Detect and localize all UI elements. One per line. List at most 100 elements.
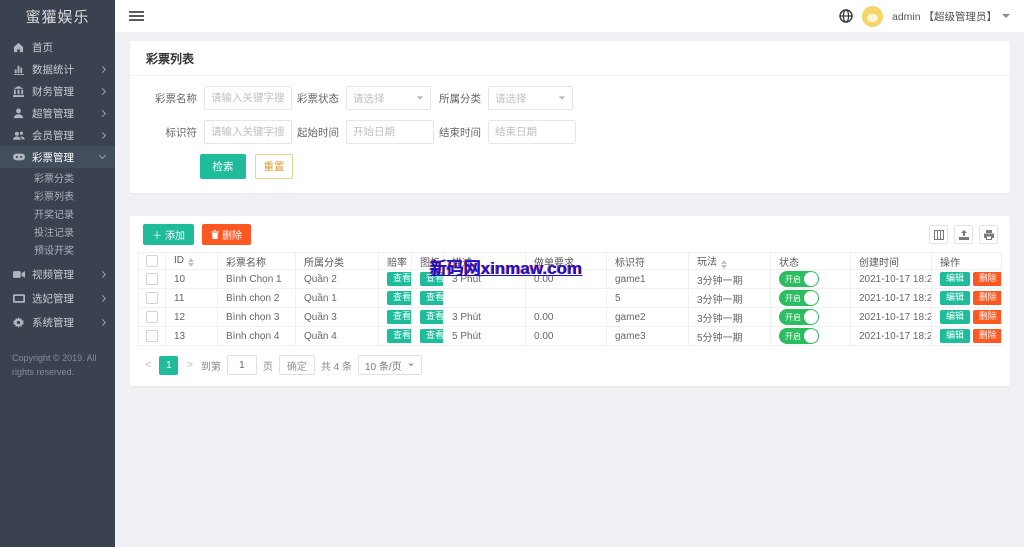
lottery-name-input[interactable] bbox=[204, 86, 292, 110]
row-checkbox[interactable] bbox=[146, 311, 158, 323]
goto-page-input[interactable] bbox=[227, 355, 257, 375]
sidebar-subitem-preset-draw[interactable]: 预设开奖 bbox=[0, 240, 115, 258]
sort-icon[interactable] bbox=[188, 258, 194, 267]
hamburger-menu-icon[interactable] bbox=[129, 9, 144, 23]
cell-identifier: game1 bbox=[607, 270, 689, 289]
sidebar-item-video[interactable]: 视频管理 bbox=[0, 263, 115, 285]
col-id[interactable]: ID bbox=[166, 253, 218, 270]
sidebar-item-label: 系统管理 bbox=[32, 315, 100, 330]
sidebar-item-selection[interactable]: 选妃管理 bbox=[0, 287, 115, 309]
cell-name: Bình chọn 4 bbox=[218, 327, 296, 346]
prev-page-button[interactable]: < bbox=[143, 359, 153, 371]
delete-button[interactable]: 删除 bbox=[202, 224, 251, 245]
row-delete-button[interactable]: 删除 bbox=[973, 291, 1002, 305]
film-icon bbox=[12, 293, 25, 304]
sidebar-subitem-lottery-category[interactable]: 彩票分类 bbox=[0, 168, 115, 186]
view-odds-button[interactable]: 查看 bbox=[387, 329, 412, 343]
sidebar-subitem-bet-records[interactable]: 投注记录 bbox=[0, 222, 115, 240]
view-icon-button[interactable]: 查看 bbox=[420, 329, 444, 343]
total-count: 共 4 条 bbox=[321, 358, 352, 373]
admin-user-icon bbox=[12, 108, 25, 119]
globe-icon[interactable] bbox=[839, 9, 853, 23]
edit-button[interactable]: 编辑 bbox=[940, 291, 970, 305]
cell-name: Bình chọn 3 bbox=[218, 308, 296, 327]
current-page[interactable]: 1 bbox=[159, 356, 178, 375]
status-label: 开启 bbox=[779, 293, 801, 304]
sidebar-item-system[interactable]: 系统管理 bbox=[0, 311, 115, 333]
user-label: admin 【超级管理员】 bbox=[892, 9, 997, 24]
sidebar-item-label: 会员管理 bbox=[32, 128, 100, 143]
status-toggle[interactable]: 开启 bbox=[779, 328, 819, 344]
cell-requirement: 0.00 bbox=[526, 308, 607, 327]
per-page-value: 10 条/页 bbox=[365, 358, 402, 373]
cell-category: Quần 2 bbox=[296, 270, 379, 289]
add-button[interactable]: ＋添加 bbox=[143, 224, 194, 245]
next-page-button[interactable]: > bbox=[184, 359, 194, 371]
row-checkbox[interactable] bbox=[146, 330, 158, 342]
add-button-label: 添加 bbox=[165, 227, 185, 242]
edit-button[interactable]: 编辑 bbox=[940, 329, 970, 343]
start-date-input[interactable] bbox=[346, 120, 434, 144]
view-icon-button[interactable]: 查看 bbox=[420, 310, 444, 324]
filter-form: 彩票名称 彩票状态 请选择 所属分类 请选择 bbox=[130, 76, 1010, 193]
view-odds-button[interactable]: 查看 bbox=[387, 272, 412, 286]
row-checkbox[interactable] bbox=[146, 273, 158, 285]
sidebar-subitem-draw-records[interactable]: 开奖记录 bbox=[0, 204, 115, 222]
cell-created: 2021-10-17 18:20 bbox=[851, 289, 932, 308]
avatar[interactable] bbox=[862, 6, 883, 27]
sidebar-item-lottery[interactable]: 彩票管理 bbox=[0, 146, 115, 168]
sidebar-item-members[interactable]: 会员管理 bbox=[0, 124, 115, 146]
goto-confirm-button[interactable]: 确定 bbox=[279, 355, 315, 375]
view-odds-button[interactable]: 查看 bbox=[387, 310, 412, 324]
col-play[interactable]: 玩法 bbox=[689, 253, 771, 270]
cell-category: Quần 1 bbox=[296, 289, 379, 308]
edit-button[interactable]: 编辑 bbox=[940, 310, 970, 324]
cell-id: 12 bbox=[166, 308, 218, 327]
filter-card: 彩票列表 彩票名称 彩票状态 请选择 所属分类 请选择 bbox=[130, 41, 1010, 193]
reset-button[interactable]: 重置 bbox=[255, 154, 293, 179]
sidebar-item-label: 视频管理 bbox=[32, 267, 100, 282]
row-delete-button[interactable]: 删除 bbox=[973, 272, 1002, 286]
select-value: 请选择 bbox=[495, 91, 527, 106]
identifier-input[interactable] bbox=[204, 120, 292, 144]
print-icon[interactable] bbox=[979, 225, 998, 244]
select-all-checkbox[interactable] bbox=[146, 255, 158, 267]
chevron-right-icon bbox=[99, 131, 106, 138]
sidebar-item-superadmin[interactable]: 超管管理 bbox=[0, 102, 115, 124]
sidebar-item-finance[interactable]: 财务管理 bbox=[0, 80, 115, 102]
status-toggle[interactable]: 开启 bbox=[779, 309, 819, 325]
sidebar-item-stats[interactable]: 数据统计 bbox=[0, 58, 115, 80]
sidebar-item-home[interactable]: 首页 bbox=[0, 36, 115, 58]
members-icon bbox=[12, 130, 25, 141]
cell-created: 2021-10-17 18:21 bbox=[851, 308, 932, 327]
per-page-select[interactable]: 10 条/页 bbox=[358, 355, 422, 375]
chevron-down-icon bbox=[1002, 14, 1010, 18]
status-toggle[interactable]: 开启 bbox=[779, 290, 819, 306]
trash-icon bbox=[211, 230, 219, 239]
row-delete-button[interactable]: 删除 bbox=[973, 329, 1002, 343]
cell-identifier: game3 bbox=[607, 327, 689, 346]
lottery-status-select[interactable]: 请选择 bbox=[346, 86, 431, 110]
col-name: 彩票名称 bbox=[218, 253, 296, 270]
user-menu[interactable]: admin 【超级管理员】 bbox=[892, 9, 1010, 24]
search-button[interactable]: 检索 bbox=[200, 154, 246, 179]
end-date-input[interactable] bbox=[488, 120, 576, 144]
filter-columns-icon[interactable] bbox=[929, 225, 948, 244]
lottery-submenu: 彩票分类 彩票列表 开奖记录 投注记录 预设开奖 bbox=[0, 168, 115, 258]
pagination: < 1 > 到第 页 确定 共 4 条 10 条/页 bbox=[130, 346, 1010, 385]
chevron-down-icon bbox=[99, 152, 106, 159]
sidebar-subitem-lottery-list[interactable]: 彩票列表 bbox=[0, 186, 115, 204]
view-icon-button[interactable]: 查看 bbox=[420, 291, 444, 305]
export-icon[interactable] bbox=[954, 225, 973, 244]
chevron-right-icon bbox=[99, 318, 106, 325]
view-odds-button[interactable]: 查看 bbox=[387, 291, 412, 305]
chevron-right-icon bbox=[99, 294, 106, 301]
sort-icon[interactable] bbox=[721, 260, 727, 269]
status-toggle[interactable]: 开启 bbox=[779, 271, 819, 287]
row-checkbox[interactable] bbox=[146, 292, 158, 304]
category-select[interactable]: 请选择 bbox=[488, 86, 573, 110]
row-delete-button[interactable]: 删除 bbox=[973, 310, 1002, 324]
plus-icon: ＋ bbox=[152, 227, 162, 242]
edit-button[interactable]: 编辑 bbox=[940, 272, 970, 286]
finance-icon bbox=[12, 86, 25, 97]
